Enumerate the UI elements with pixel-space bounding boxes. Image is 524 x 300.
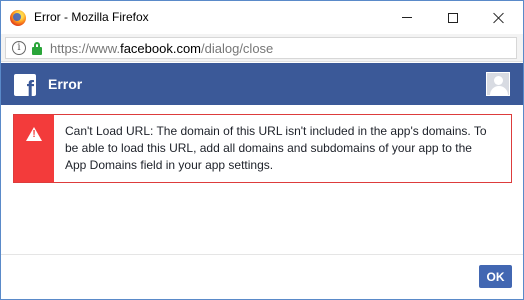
avatar[interactable] xyxy=(486,72,510,96)
window-title: Error - Mozilla Firefox xyxy=(34,10,149,24)
dialog-header: f Error xyxy=(1,63,523,105)
minimize-icon xyxy=(402,17,412,18)
url-path: /dialog/close xyxy=(201,41,274,56)
info-icon[interactable]: i xyxy=(12,41,26,55)
lock-icon[interactable] xyxy=(31,41,43,55)
ok-button[interactable]: OK xyxy=(479,265,512,288)
close-icon xyxy=(493,12,505,24)
close-window-button[interactable] xyxy=(476,1,522,34)
error-icon-panel: ! xyxy=(14,115,54,182)
error-line: App Domains field in your app settings. xyxy=(65,158,274,172)
dialog-title: Error xyxy=(48,76,83,92)
error-message: Can't Load URL: The domain of this URL i… xyxy=(65,123,505,174)
error-line: be able to load this URL, add all domain… xyxy=(65,141,472,155)
address-bar[interactable]: i https://www.facebook.com/dialog/close xyxy=(5,37,517,59)
error-line: Can't Load URL: The domain of this URL i… xyxy=(65,124,487,138)
dialog-footer: OK xyxy=(1,254,523,299)
minimize-button[interactable] xyxy=(384,1,430,34)
error-message-box: ! Can't Load URL: The domain of this URL… xyxy=(13,114,512,183)
browser-window: Error - Mozilla Firefox i https://www.fa… xyxy=(0,0,524,300)
address-bar-area: i https://www.facebook.com/dialog/close xyxy=(1,34,523,62)
facebook-logo-icon: f xyxy=(14,74,36,96)
window-titlebar[interactable]: Error - Mozilla Firefox xyxy=(1,1,523,34)
url-domain: facebook.com xyxy=(120,41,202,56)
maximize-icon xyxy=(448,12,458,23)
maximize-button[interactable] xyxy=(430,1,476,34)
firefox-icon xyxy=(10,10,26,26)
url-text[interactable]: https://www.facebook.com/dialog/close xyxy=(50,41,273,56)
url-prefix: https://www. xyxy=(50,41,121,56)
